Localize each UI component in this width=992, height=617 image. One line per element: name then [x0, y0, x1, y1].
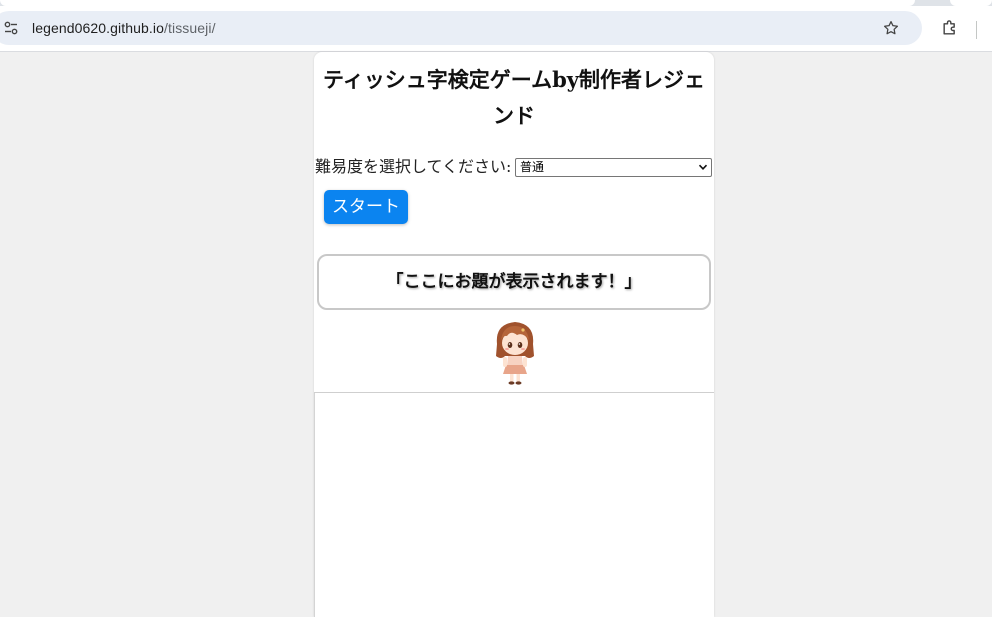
chevron-down-icon — [698, 164, 708, 170]
page-title: ティッシュ字検定ゲームby制作者レジェンド — [323, 67, 705, 128]
toolbar-divider — [976, 21, 977, 39]
browser-toolbar: legend0620.github.io/tissueji/ — [0, 6, 992, 52]
drawing-canvas[interactable] — [314, 393, 714, 617]
difficulty-select[interactable]: 普通 — [515, 158, 712, 177]
difficulty-selected-value: 普通 — [520, 160, 545, 174]
puzzle-icon[interactable] — [940, 18, 960, 38]
difficulty-label: 難易度を選択してください: — [315, 157, 512, 176]
url-path: /tissueji/ — [164, 20, 216, 36]
prompt-text: 「ここにお題が表示されます！」 — [386, 272, 642, 292]
difficulty-row: 難易度を選択してください: 普通 — [315, 156, 713, 178]
star-icon[interactable] — [882, 19, 900, 37]
tune-icon[interactable] — [4, 21, 18, 35]
prompt-box: 「ここにお題が表示されます！」 — [317, 254, 711, 310]
character-illustration — [496, 322, 534, 385]
game-container: ティッシュ字検定ゲームby制作者レジェンド 難易度を選択してください: 普通 ス… — [314, 52, 714, 617]
address-bar[interactable]: legend0620.github.io/tissueji/ — [0, 11, 922, 45]
page-viewport: ティッシュ字検定ゲームby制作者レジェンド 難易度を選択してください: 普通 ス… — [0, 52, 992, 617]
url-text[interactable]: legend0620.github.io/tissueji/ — [32, 19, 216, 37]
url-host: legend0620.github.io — [32, 20, 165, 36]
start-button[interactable]: スタート — [324, 190, 408, 224]
